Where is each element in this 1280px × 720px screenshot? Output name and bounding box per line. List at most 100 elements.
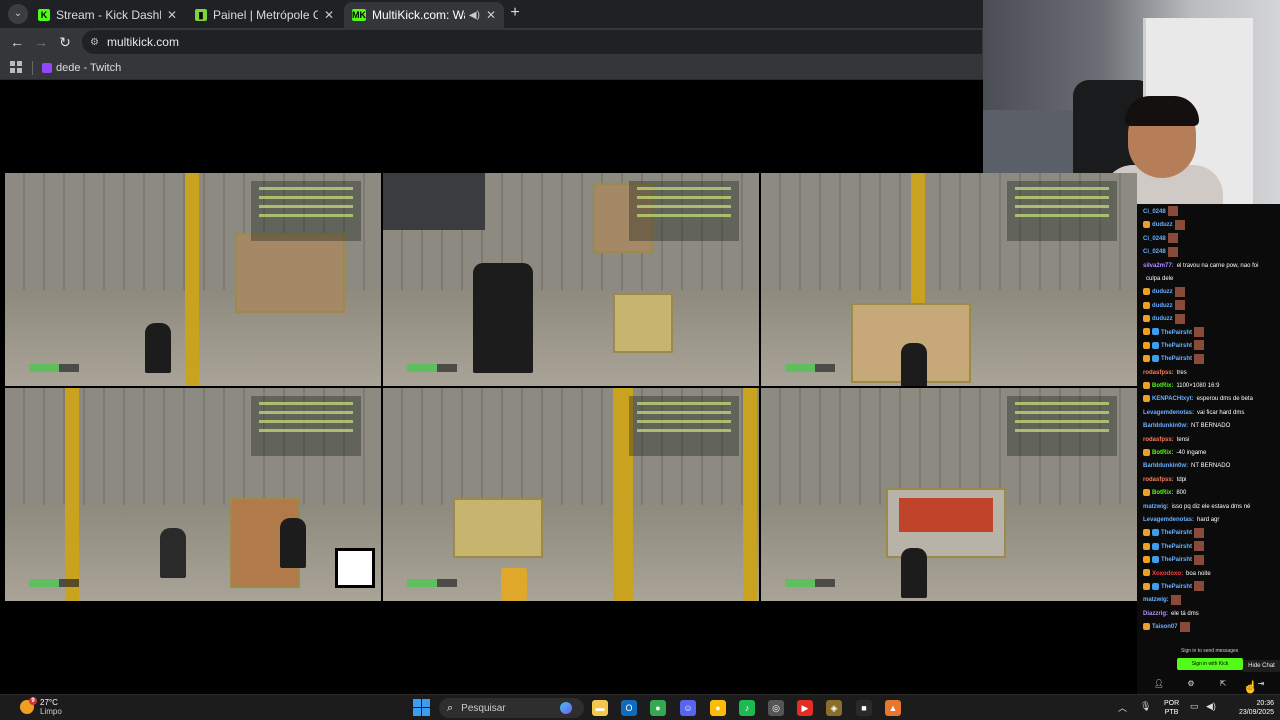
chrome-alt-icon[interactable]: ● xyxy=(710,700,726,716)
chat-username[interactable]: BotRix: xyxy=(1152,490,1173,496)
speaker-icon[interactable]: ◀) xyxy=(469,10,480,21)
back-icon[interactable]: ← xyxy=(8,33,26,51)
chat-text: 1100×1080 16:9 xyxy=(1176,383,1220,390)
emote-icon xyxy=(1174,219,1185,230)
stream-tile[interactable] xyxy=(383,388,759,601)
tab-painel-metropole[interactable]: ▮ Painel | Metrópole GG ✕ xyxy=(187,2,342,28)
chat-username[interactable]: duduzz xyxy=(1152,303,1173,309)
language-indicator[interactable]: POR PTB xyxy=(1164,699,1179,717)
chat-username[interactable]: Xoxodoxo: xyxy=(1152,571,1183,577)
chat-message: KENPACHIxyt: esperou dms de beta xyxy=(1143,393,1275,406)
chat-username[interactable]: Taison07 xyxy=(1152,624,1178,630)
volume-icon[interactable]: ◀) xyxy=(1206,701,1216,712)
chat-username[interactable]: ThePairsht xyxy=(1161,530,1192,536)
tab-kick-dashboard[interactable]: K Stream - Kick Dashboard ✕ xyxy=(30,2,185,28)
chat-username[interactable]: silva2m77: xyxy=(1143,263,1174,269)
chat-username[interactable]: Ci_0248 xyxy=(1143,209,1166,215)
emote-icon xyxy=(1194,340,1205,351)
apps-grid-icon[interactable] xyxy=(10,61,22,73)
chat-username[interactable]: matzwig: xyxy=(1143,597,1169,603)
file-explorer-icon[interactable]: ▬ xyxy=(592,700,608,716)
chat-message: BotRix: 800 xyxy=(1143,487,1275,500)
steam-like-icon[interactable]: ■ xyxy=(856,700,872,716)
stream-tile[interactable] xyxy=(383,173,759,386)
chat-message: rodasfpss: tensi xyxy=(1143,434,1275,447)
stream-tile[interactable] xyxy=(5,388,381,601)
chat-username[interactable]: ThePairsht xyxy=(1161,343,1192,349)
network-icon[interactable]: ▭ xyxy=(1190,701,1199,712)
discord-icon[interactable]: ☺ xyxy=(680,700,696,716)
chat-username[interactable]: Ci_0248 xyxy=(1143,236,1166,242)
chat-username[interactable]: Levagemdenotas: xyxy=(1143,410,1194,416)
chat-username[interactable]: duduzz xyxy=(1152,222,1173,228)
chat-username[interactable]: BarIddunkin0w: xyxy=(1143,463,1188,469)
chat-username[interactable]: duduzz xyxy=(1152,316,1173,322)
chat-username[interactable]: matzwig: xyxy=(1143,504,1169,510)
chat-message: ThePairsht xyxy=(1143,326,1275,340)
stream-tile[interactable] xyxy=(761,388,1137,601)
hide-chat-button[interactable]: Hide Chat xyxy=(1243,660,1280,672)
chat-username[interactable]: rodasfpss: xyxy=(1143,370,1174,376)
chat-username[interactable]: ThePairsht xyxy=(1161,557,1192,563)
chevron-up-icon[interactable]: ︿ xyxy=(1118,701,1127,714)
address-bar[interactable]: ⚙ multikick.com xyxy=(82,30,982,54)
chat-username[interactable]: Ci_0248 xyxy=(1143,249,1166,255)
chat-username[interactable]: BotRix: xyxy=(1152,383,1173,389)
app-icon[interactable]: ◈ xyxy=(826,700,842,716)
taskbar-search[interactable]: ⌕ Pesquisar xyxy=(439,698,584,718)
chat-text: tensi xyxy=(1176,436,1190,443)
badge-icon xyxy=(1143,328,1150,336)
gear-icon[interactable]: ⚙ xyxy=(1185,678,1197,690)
badge-icon xyxy=(1143,489,1150,497)
chat-username[interactable]: rodasfpss: xyxy=(1143,437,1174,443)
chat-message: ThePairsht xyxy=(1143,353,1275,366)
emote-icon xyxy=(1174,286,1185,297)
chat-messages: Ci_0248 duduzz Ci_0248 Ci_0248 silva2m77: el … xyxy=(1143,206,1275,635)
close-icon[interactable]: ✕ xyxy=(486,8,496,22)
new-tab-button[interactable]: + xyxy=(507,4,523,22)
chat-username[interactable]: ThePairsht xyxy=(1161,584,1192,590)
site-info-icon[interactable]: ⚙ xyxy=(90,37,99,48)
chat-username[interactable]: rodasfpss: xyxy=(1143,477,1174,483)
youtube-icon[interactable]: ▶ xyxy=(797,700,813,716)
sign-in-button[interactable]: Sign in with Kick xyxy=(1177,658,1243,670)
chat-username[interactable]: Levagemdenotas: xyxy=(1143,517,1194,523)
popout-icon[interactable]: ⇱ xyxy=(1217,678,1229,690)
tab-multikick[interactable]: MK MultiKick.com: Watch Multi ◀) ✕ xyxy=(344,2,504,28)
chat-message: rodasfpss: tdpi xyxy=(1143,474,1275,487)
user-icon[interactable]: 👤︎ xyxy=(1153,678,1165,690)
chat-username[interactable]: BotRix: xyxy=(1152,450,1173,456)
close-icon[interactable]: ✕ xyxy=(167,8,177,22)
chat-username[interactable]: duduzz xyxy=(1152,289,1173,295)
badge-icon xyxy=(1143,341,1150,349)
chat-text: isso pq diz ele estava dms né xyxy=(1171,503,1251,510)
chat-username[interactable]: Diazzrig: xyxy=(1143,611,1168,617)
obs-icon[interactable]: ◎ xyxy=(768,700,784,716)
chrome-icon[interactable]: ● xyxy=(650,700,666,716)
emote-icon xyxy=(1174,300,1185,311)
badge-icon xyxy=(1152,556,1159,564)
chat-username[interactable]: ThePairsht xyxy=(1161,544,1192,550)
editor-icon[interactable]: ▲ xyxy=(885,700,901,716)
forward-icon[interactable]: → xyxy=(32,33,50,51)
chat-username[interactable]: ThePairsht xyxy=(1161,330,1192,336)
stream-tile[interactable] xyxy=(5,173,381,386)
spotify-icon[interactable]: ♪ xyxy=(739,700,755,716)
keyboard-layout: PTB xyxy=(1164,709,1179,716)
reload-icon[interactable]: ↻ xyxy=(56,33,74,51)
close-icon[interactable]: ✕ xyxy=(324,8,334,22)
windows-start-icon[interactable] xyxy=(413,699,430,716)
copilot-icon[interactable] xyxy=(560,702,572,714)
microphone-icon[interactable]: 🎙︎ xyxy=(1140,701,1151,712)
stream-tile[interactable] xyxy=(761,173,1137,386)
outlook-icon[interactable]: O xyxy=(621,700,637,716)
emote-icon xyxy=(1167,206,1178,217)
chat-username[interactable]: BarIddunkin0w: xyxy=(1143,423,1188,429)
system-clock[interactable]: 20:36 23/09/2025 xyxy=(1228,699,1274,717)
twitch-icon xyxy=(42,63,52,73)
tab-search-menu-button[interactable]: ⌄ xyxy=(8,4,28,24)
weather-widget[interactable]: 9 27°C Limpo xyxy=(20,697,62,716)
chat-username[interactable]: KENPACHIxyt: xyxy=(1152,396,1194,402)
bookmark-dede-twitch[interactable]: dede - Twitch xyxy=(42,60,121,76)
chat-username[interactable]: ThePairsht xyxy=(1161,356,1192,362)
